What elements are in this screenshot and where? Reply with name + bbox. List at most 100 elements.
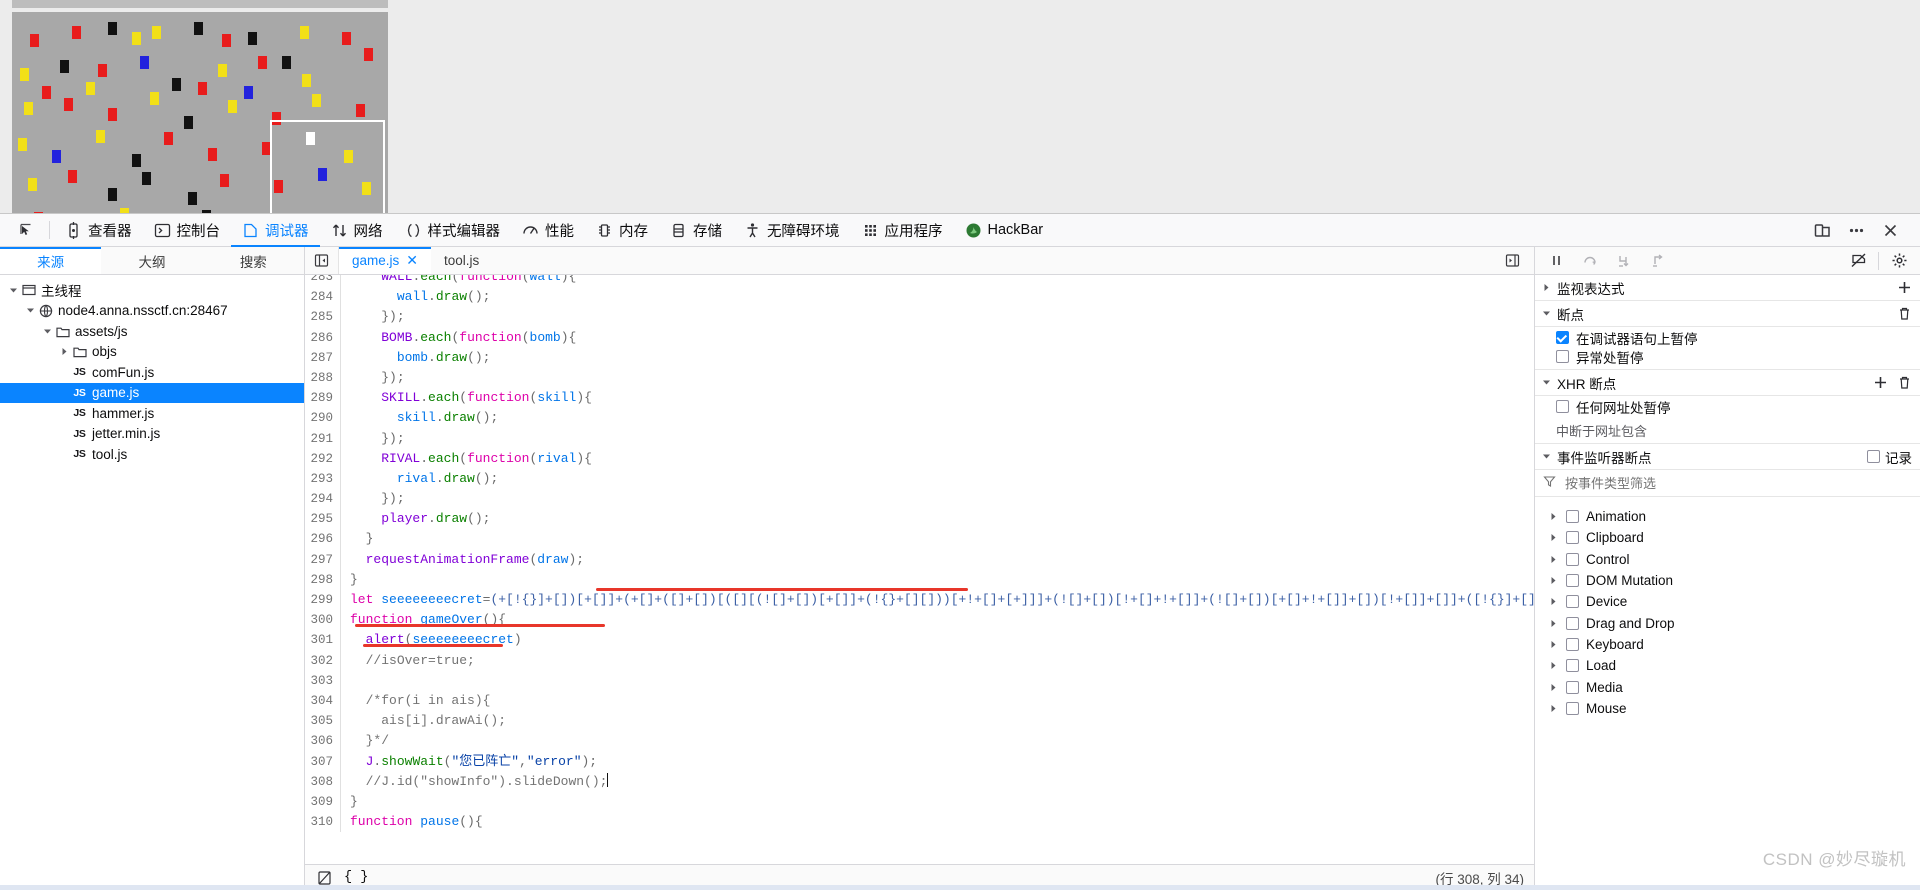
code-line-text[interactable]: SKILL.each(function(skill){ xyxy=(341,388,592,408)
editor-tab-tool-js[interactable]: tool.js xyxy=(431,247,492,274)
line-number[interactable]: 303 xyxy=(305,670,341,691)
line-number[interactable]: 296 xyxy=(305,529,341,550)
code-line-text[interactable]: player.draw(); xyxy=(341,509,490,529)
checkbox-event-category[interactable] xyxy=(1566,531,1579,545)
step-out-button[interactable] xyxy=(1641,247,1675,274)
code-line-text[interactable]: } xyxy=(341,792,358,812)
line-number[interactable]: 308 xyxy=(305,771,341,792)
line-number[interactable]: 288 xyxy=(305,367,341,389)
source-tree[interactable]: 主线程 node4.anna.nssctf.cn:28467 assets/js ob… xyxy=(0,275,304,890)
editor-tab-game-js[interactable]: game.js ✕ xyxy=(339,247,432,274)
event-listener-category-list[interactable]: Animation Clipboard Control DOM Mutation Dev… xyxy=(1535,497,1920,890)
checkbox-pause-any-url[interactable] xyxy=(1556,400,1569,413)
checkbox-event-category[interactable] xyxy=(1566,552,1579,566)
chevron-right-icon[interactable] xyxy=(1547,619,1559,628)
code-line-text[interactable]: //isOver=true; xyxy=(341,651,475,671)
code-line-text[interactable]: /*for(i in ais){ xyxy=(341,691,491,711)
tb-inspector[interactable]: 查看器 xyxy=(54,214,143,247)
tree-item-hammer-js[interactable]: JS hammer.js xyxy=(0,403,304,424)
code-line-text[interactable]: wall.draw(); xyxy=(341,287,491,307)
code-line-text[interactable]: function pause(){ xyxy=(341,812,483,832)
checkbox-event-category[interactable] xyxy=(1566,659,1579,673)
tb-network[interactable]: 网络 xyxy=(320,214,394,247)
code-editor[interactable]: 283 WALL.each(function(wall){284 wall.dr… xyxy=(305,275,1534,864)
debugger-settings-button[interactable] xyxy=(1882,247,1916,274)
code-line-text[interactable]: let seeeeeeeecret=(+[!{}]+[])[+[]]+(+[]+… xyxy=(341,588,1534,610)
code-line-text[interactable]: requestAnimationFrame(draw); xyxy=(341,550,584,570)
event-category-keyboard[interactable]: Keyboard xyxy=(1535,634,1920,655)
code-line-text[interactable]: BOMB.each(function(bomb){ xyxy=(341,328,576,348)
event-type-filter-input[interactable] xyxy=(1563,474,1843,492)
event-category-drag-and-drop[interactable]: Drag and Drop xyxy=(1535,612,1920,633)
code-line-text[interactable]: }); xyxy=(341,368,404,388)
add-watch-expression-icon[interactable] xyxy=(1897,280,1912,295)
code-line-text[interactable]: WALL.each(function(wall){ xyxy=(341,275,576,287)
tree-item--[interactable]: 主线程 xyxy=(0,280,304,301)
event-category-clipboard[interactable]: Clipboard xyxy=(1535,527,1920,548)
section-breakpoints[interactable]: 断点 xyxy=(1535,301,1920,327)
event-category-control[interactable]: Control xyxy=(1535,549,1920,570)
event-category-load[interactable]: Load xyxy=(1535,655,1920,676)
line-number[interactable]: 301 xyxy=(305,630,341,651)
line-number[interactable]: 283 xyxy=(305,275,341,288)
line-number[interactable]: 292 xyxy=(305,448,341,469)
line-number[interactable]: 285 xyxy=(305,307,341,328)
tb-performance[interactable]: 性能 xyxy=(511,214,585,247)
code-line-text[interactable]: }); xyxy=(341,489,404,509)
chevron-right-icon[interactable] xyxy=(1547,555,1559,564)
checkbox-event-category[interactable] xyxy=(1566,637,1579,651)
tb-debugger[interactable]: 调试器 xyxy=(231,214,320,247)
tb-application[interactable]: 应用程序 xyxy=(851,214,954,247)
line-number[interactable]: 298 xyxy=(305,569,341,590)
tree-item-objs[interactable]: objs xyxy=(0,342,304,363)
tree-item-game-js[interactable]: JS game.js xyxy=(0,382,304,403)
checkbox-event-category[interactable] xyxy=(1566,701,1579,715)
checkbox-event-category[interactable] xyxy=(1566,595,1579,609)
checkbox-event-category[interactable] xyxy=(1566,510,1579,524)
checkbox-event-category[interactable] xyxy=(1566,574,1579,588)
code-line-text[interactable] xyxy=(341,671,350,691)
chevron-right-icon[interactable] xyxy=(1547,576,1559,585)
pretty-print-icon[interactable] xyxy=(315,870,335,886)
chevron-down-icon[interactable] xyxy=(23,306,37,315)
event-category-device[interactable]: Device xyxy=(1535,591,1920,612)
tb-accessibility[interactable]: 无障碍环境 xyxy=(733,214,851,247)
line-number[interactable]: 289 xyxy=(305,388,341,409)
tb-hackbar[interactable]: HackBar xyxy=(954,214,1055,247)
meatball-menu-icon[interactable] xyxy=(1840,215,1872,245)
pause-resume-button[interactable] xyxy=(1539,247,1573,274)
event-category-media[interactable]: Media xyxy=(1535,676,1920,697)
tb-storage[interactable]: 存储 xyxy=(659,214,733,247)
tree-item-node4-anna-nssctf-cn-28467[interactable]: node4.anna.nssctf.cn:28467 xyxy=(0,301,304,322)
expand-panel-icon[interactable] xyxy=(1496,246,1528,276)
bp-option-pause-on-exceptions[interactable]: 异常处暂停 xyxy=(1535,348,1920,369)
line-number[interactable]: 297 xyxy=(305,549,341,570)
remove-all-xhr-breakpoints-icon[interactable] xyxy=(1897,375,1912,390)
code-line-text[interactable]: RIVAL.each(function(rival){ xyxy=(341,449,592,469)
tree-item-comfun-js[interactable]: JS comFun.js xyxy=(0,362,304,383)
line-number[interactable]: 294 xyxy=(305,489,341,510)
code-line-text[interactable]: } xyxy=(341,570,358,590)
code-line-text[interactable]: }); xyxy=(341,307,404,327)
code-line-text[interactable]: }); xyxy=(341,429,404,449)
chevron-right-icon[interactable] xyxy=(1547,661,1559,670)
checkbox-pause-on-exceptions[interactable] xyxy=(1556,350,1569,363)
tb-picker[interactable] xyxy=(6,214,45,247)
collapse-panel-icon[interactable] xyxy=(305,247,339,274)
line-number[interactable]: 307 xyxy=(305,751,341,772)
code-line-text[interactable]: alert(seeeeeeeecret) xyxy=(341,630,522,650)
line-number[interactable]: 284 xyxy=(305,287,341,308)
line-number[interactable]: 310 xyxy=(305,812,341,833)
tab-search[interactable]: 搜索 xyxy=(203,247,304,274)
code-line-text[interactable]: ais[i].drawAi(); xyxy=(341,711,506,731)
checkbox-record[interactable] xyxy=(1867,450,1880,463)
code-line-text[interactable]: }*/ xyxy=(341,731,389,751)
code-line-text[interactable]: rival.draw(); xyxy=(341,469,498,489)
code-line-text[interactable]: function gameOver(){ xyxy=(341,610,605,630)
line-number[interactable]: 291 xyxy=(305,428,341,449)
step-over-button[interactable] xyxy=(1573,247,1607,274)
code-line-text[interactable]: skill.draw(); xyxy=(341,408,498,428)
bp-option-pause-on-debugger[interactable]: 在调试器语句上暂停 xyxy=(1535,327,1920,348)
deactivate-breakpoints-button[interactable] xyxy=(1841,247,1875,274)
line-number[interactable]: 305 xyxy=(305,711,341,732)
